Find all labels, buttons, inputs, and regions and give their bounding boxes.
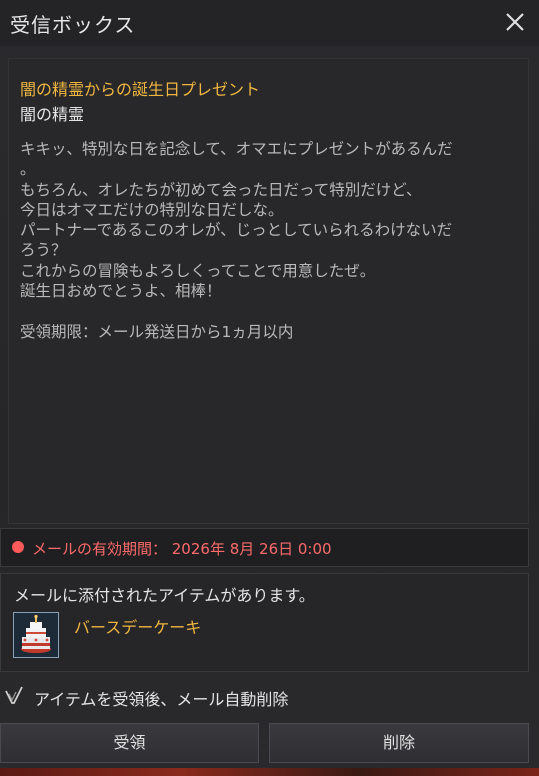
message-line: 誕生日おめでとうよ、相棒！ xyxy=(20,282,222,301)
attachment-item-name[interactable]: バースデーケーキ xyxy=(74,614,201,638)
message-line: もちろん、オレたちが初めて会った日だって特別だけど、 xyxy=(20,180,422,199)
window-title: 受信ボックス xyxy=(10,13,136,37)
message-line: 。 xyxy=(20,160,36,179)
attachment-note: メールに添付されたアイテムがあります。 xyxy=(14,586,315,605)
receive-deadline: 受領期限：メール発送日から1ヵ月以内 xyxy=(20,323,294,341)
close-icon[interactable] xyxy=(503,10,527,34)
auto-delete-toggle[interactable]: アイテムを受領後、メール自動削除 xyxy=(3,683,343,709)
message-line: ろう？ xyxy=(20,241,67,260)
title-bar: 受信ボックス xyxy=(0,0,539,46)
mail-subject: 闇の精霊からの誕生日プレゼント xyxy=(20,80,261,99)
expiry-bar: メールの有効期間： 2026年 8月 26日 0:00 xyxy=(0,528,529,567)
alert-dot-icon xyxy=(12,541,24,553)
inbox-window: 受信ボックス 闇の精霊からの誕生日プレゼント 闇の精霊 キキッ、特別な日を記念し… xyxy=(0,0,539,776)
mail-message: キキッ、特別な日を記念して、オマエにプレゼントがあるんだ 。 もちろん、オレたち… xyxy=(20,139,504,301)
mail-body-panel: 闇の精霊からの誕生日プレゼント 闇の精霊 キキッ、特別な日を記念して、オマエにプ… xyxy=(8,58,529,524)
message-line: パートナーであるこのオレが、じっとしていられるわけないだ xyxy=(20,221,453,240)
expiry-label: メールの有効期間： 2026年 8月 26日 0:00 xyxy=(32,540,332,558)
message-line: 今日はオマエだけの特別な日だしな。 xyxy=(20,200,284,219)
birthday-cake-icon[interactable] xyxy=(13,612,59,658)
receive-button[interactable]: 受領 xyxy=(0,723,259,763)
delete-button[interactable]: 削除 xyxy=(269,723,529,763)
message-line: これからの冒険もよろしくってことで用意したぜ。 xyxy=(20,261,376,280)
auto-delete-label: アイテムを受領後、メール自動削除 xyxy=(34,690,289,709)
mail-sender: 闇の精霊 xyxy=(20,105,85,124)
checkbox-checked-icon[interactable] xyxy=(3,685,25,707)
attachment-panel: メールに添付されたアイテムがあります。 バースデーケーキ xyxy=(0,573,529,672)
message-line: キキッ、特別な日を記念して、オマエにプレゼントがあるんだ xyxy=(20,140,453,158)
bottom-decoration xyxy=(0,768,539,776)
